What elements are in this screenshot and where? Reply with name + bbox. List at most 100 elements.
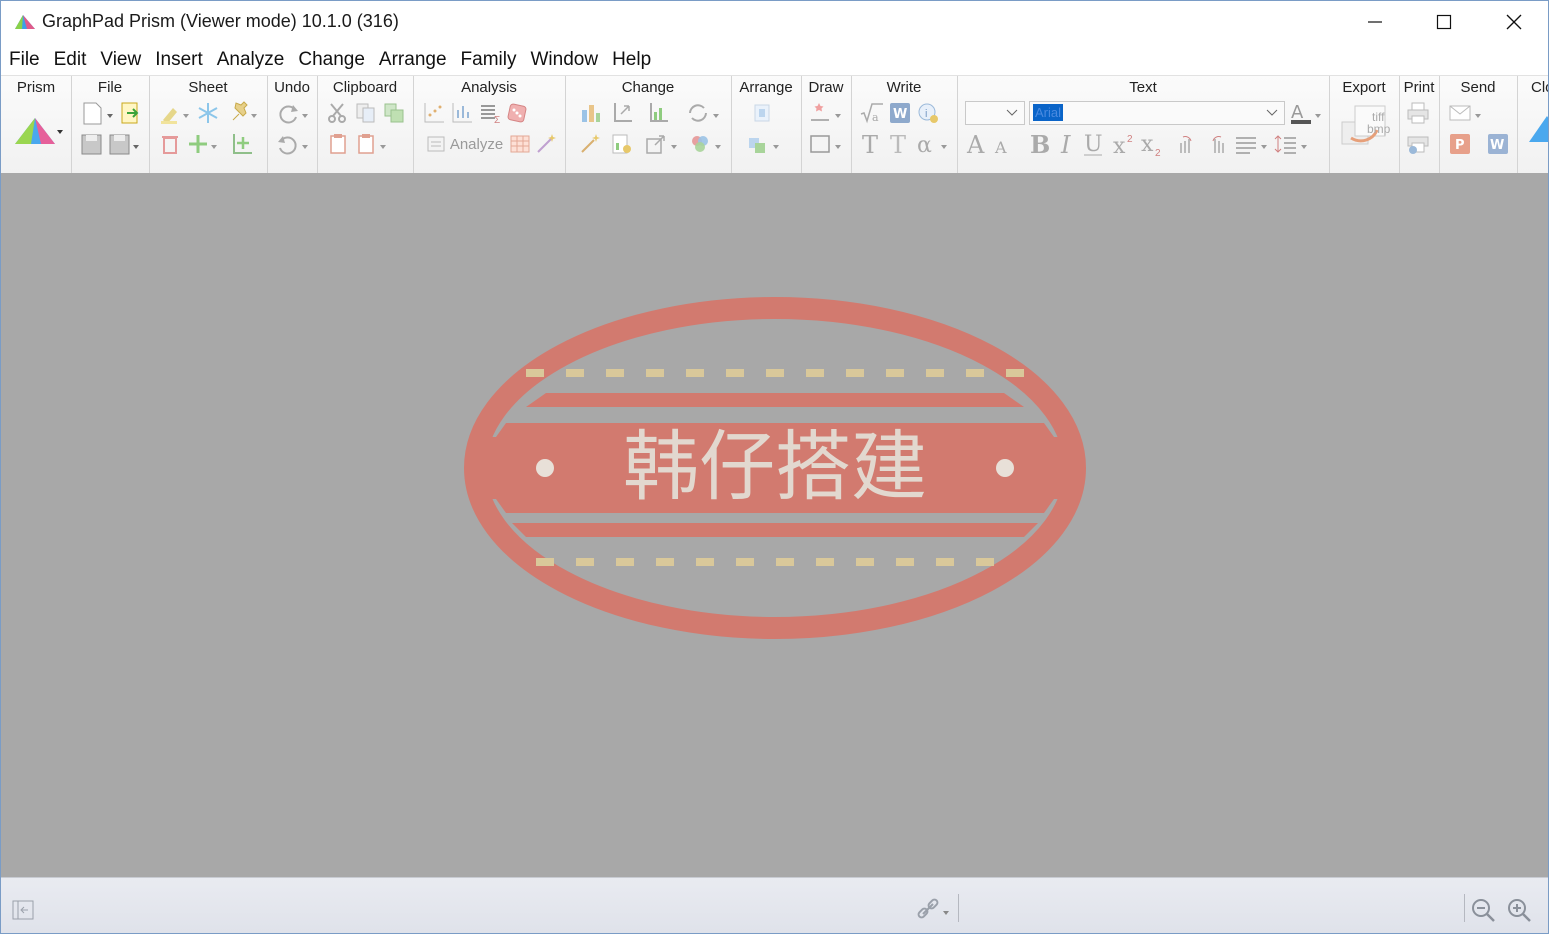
menu-arrange[interactable]: Arrange xyxy=(372,45,454,75)
cloud-button[interactable] xyxy=(1527,112,1548,146)
freeze-button[interactable] xyxy=(195,100,221,126)
menu-family[interactable]: Family xyxy=(454,45,524,75)
new-graph-button[interactable] xyxy=(229,131,255,157)
font-size-controls[interactable]: AA xyxy=(965,131,1019,157)
group-write: Write a W i T T α xyxy=(851,76,958,173)
menu-analyze[interactable]: Analyze xyxy=(210,45,292,75)
save-as-button[interactable] xyxy=(107,131,145,157)
alpha-icon: α xyxy=(917,133,947,157)
font-color-button[interactable]: A xyxy=(1289,100,1327,126)
rescale-button[interactable] xyxy=(643,131,683,157)
rectangle-icon xyxy=(810,135,841,153)
print-preview-button[interactable] xyxy=(1405,131,1431,157)
undo-button[interactable] xyxy=(275,131,311,157)
color-scheme-button[interactable] xyxy=(687,131,727,157)
text-box-button[interactable]: T xyxy=(887,131,913,157)
import-button[interactable] xyxy=(117,100,143,126)
superscript-button[interactable]: x2 xyxy=(1111,131,1137,157)
rotate-left-button[interactable] xyxy=(1175,131,1201,157)
italic-button[interactable]: I xyxy=(1055,131,1081,157)
zoom-out-button[interactable] xyxy=(1469,896,1497,924)
analyze-button[interactable]: Analyze xyxy=(421,131,507,157)
navigator-toggle-button[interactable] xyxy=(11,898,35,922)
data-table-button[interactable] xyxy=(507,131,533,157)
font-name-value: Arial xyxy=(1033,104,1064,121)
cut-button[interactable] xyxy=(325,100,351,126)
plus-icon xyxy=(189,135,217,153)
info-button[interactable]: i xyxy=(915,100,941,126)
menu-file[interactable]: File xyxy=(1,45,47,75)
group-label-prism: Prism xyxy=(16,79,56,96)
svg-text:x: x xyxy=(1113,134,1126,157)
align-button[interactable] xyxy=(749,100,775,126)
align-lines-icon xyxy=(1236,137,1267,154)
menu-insert[interactable]: Insert xyxy=(148,45,210,75)
word-button[interactable]: W xyxy=(887,100,913,126)
close-button[interactable] xyxy=(1479,1,1548,43)
align-text-button[interactable] xyxy=(1233,131,1273,157)
group-label-send: Send xyxy=(1460,79,1496,96)
font-name-select[interactable]: Arial xyxy=(1029,101,1285,125)
paste-special-icon xyxy=(358,134,386,154)
equation-button[interactable]: a xyxy=(859,100,885,126)
magic-button[interactable] xyxy=(577,131,603,157)
new-file-button[interactable] xyxy=(79,100,117,126)
save-button[interactable] xyxy=(79,131,105,157)
group-label-arrange: Arrange xyxy=(739,79,793,96)
simulate-button[interactable] xyxy=(421,100,447,126)
text-button[interactable]: T xyxy=(859,131,885,157)
results-table-button[interactable]: Σ xyxy=(477,100,503,126)
format-axes-button[interactable] xyxy=(609,100,635,126)
menu-view[interactable]: View xyxy=(93,45,148,75)
menu-window[interactable]: Window xyxy=(523,45,605,75)
column-stats-button[interactable] xyxy=(449,100,475,126)
draw-shape-button[interactable] xyxy=(807,131,847,157)
change-graph-type-button[interactable] xyxy=(577,100,603,126)
wizard-button[interactable] xyxy=(533,131,559,157)
group-sheet: Sheet xyxy=(149,76,268,173)
email-button[interactable] xyxy=(1447,100,1487,126)
highlight-button[interactable] xyxy=(157,100,193,126)
export-button[interactable]: tiff bmp xyxy=(1339,102,1390,154)
delete-sheet-button[interactable] xyxy=(157,131,183,157)
shrink-graph-button[interactable] xyxy=(645,100,671,126)
menu-edit[interactable]: Edit xyxy=(47,45,94,75)
maximize-button[interactable] xyxy=(1409,1,1479,43)
redo-button[interactable] xyxy=(275,100,311,126)
format-graph-button[interactable] xyxy=(609,131,635,157)
group-clipboard: Clipboard xyxy=(317,76,414,173)
prism-menu-button[interactable] xyxy=(13,114,63,148)
new-sheet-button[interactable] xyxy=(185,131,221,157)
send-word-button[interactable]: W xyxy=(1485,131,1511,157)
greek-button[interactable]: α xyxy=(915,131,955,157)
subscript-button[interactable]: x2 xyxy=(1139,131,1165,157)
menu-change[interactable]: Change xyxy=(291,45,372,75)
svg-text:Σ: Σ xyxy=(494,115,500,126)
zoom-in-button[interactable] xyxy=(1505,896,1533,924)
bold-button[interactable]: B xyxy=(1027,131,1053,157)
minimize-button[interactable] xyxy=(1340,1,1410,43)
rotate-right-button[interactable] xyxy=(1203,131,1229,157)
underline-button[interactable]: U xyxy=(1081,131,1107,157)
paste-button[interactable] xyxy=(325,131,351,157)
menu-help[interactable]: Help xyxy=(605,45,658,75)
bold-icon: B xyxy=(1030,131,1050,157)
send-powerpoint-button[interactable]: P xyxy=(1447,131,1473,157)
bring-front-button[interactable] xyxy=(745,131,785,157)
group-change: Change xyxy=(565,76,732,173)
draw-line-button[interactable] xyxy=(807,100,847,126)
print-button[interactable] xyxy=(1405,100,1431,126)
pin-button[interactable] xyxy=(225,100,261,126)
copy-button[interactable] xyxy=(353,100,379,126)
document-canvas[interactable]: 韩仔搭建 xyxy=(1,173,1548,877)
pin-icon xyxy=(232,101,257,121)
maximize-icon xyxy=(1436,14,1452,30)
random-button[interactable] xyxy=(505,100,531,126)
link-button[interactable] xyxy=(915,896,953,924)
xy-chart-icon xyxy=(424,103,444,123)
line-spacing-button[interactable] xyxy=(1273,131,1313,157)
paste-special-button[interactable] xyxy=(353,131,391,157)
cycle-button[interactable] xyxy=(683,100,723,126)
copy-special-button[interactable] xyxy=(381,100,407,126)
font-size-select[interactable] xyxy=(965,101,1025,125)
